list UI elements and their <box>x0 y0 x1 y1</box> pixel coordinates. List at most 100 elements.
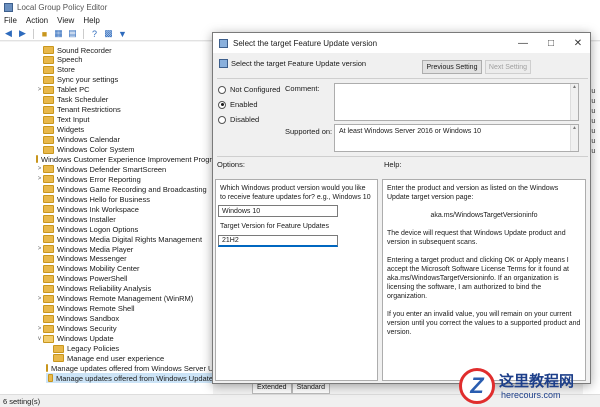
tab-extended[interactable]: Extended <box>252 384 292 394</box>
tree-item[interactable]: Windows Messenger <box>36 254 213 264</box>
tree-item[interactable]: Speech <box>36 55 213 65</box>
tree-item[interactable]: Windows PowerShell <box>36 274 213 284</box>
help-panel: Enter the product and version as listed … <box>382 179 586 381</box>
folder-icon <box>43 205 54 214</box>
dialog-header: Select the target Feature Update version <box>231 59 367 68</box>
minimize-icon[interactable]: — <box>510 33 536 53</box>
radio-not-configured[interactable]: Not Configured <box>218 85 280 94</box>
tree-item[interactable]: Windows Ink Workspace <box>36 204 213 214</box>
folder-icon <box>43 274 54 283</box>
tree-item-label: Manage updates offered from Windows Upda… <box>55 373 213 383</box>
expand-chevron-icon[interactable]: > <box>36 87 43 93</box>
tree-item-label: Windows Customer Experience Improvement … <box>41 154 213 164</box>
tree-item[interactable]: > Windows Remote Management (WinRM) <box>36 294 213 304</box>
radio-enabled[interactable]: Enabled <box>218 100 258 109</box>
folder-icon <box>48 374 53 383</box>
product-version-input[interactable]: Windows 10 <box>218 205 338 217</box>
folder-icon <box>43 125 54 134</box>
tree-item[interactable]: Manage updates offered from Windows Upda… <box>46 373 213 384</box>
tree-item[interactable]: Store <box>36 65 213 75</box>
tree-item-label: Sync your settings <box>57 75 119 85</box>
tree-item[interactable]: Windows Remote Shell <box>36 304 213 314</box>
tree-item[interactable]: > Windows Error Reporting <box>36 174 213 184</box>
tree-item[interactable]: v Windows Update <box>36 334 213 344</box>
maximize-icon[interactable]: □ <box>538 33 564 53</box>
tree-item[interactable]: Windows Logon Options <box>36 224 213 234</box>
tree-item[interactable]: Windows Mobility Center <box>36 264 213 274</box>
previous-setting-button[interactable]: Previous Setting <box>422 60 482 74</box>
folder-icon <box>43 254 54 263</box>
expand-chevron-icon[interactable]: > <box>36 246 43 252</box>
tree-item[interactable]: Windows Reliability Analysis <box>36 284 213 294</box>
comment-textarea[interactable]: ▲ <box>334 83 579 121</box>
close-icon[interactable]: ✕ <box>565 33 591 53</box>
next-setting-button[interactable]: Next Setting <box>485 60 531 74</box>
tree-item[interactable]: Legacy Policies <box>46 344 213 354</box>
tree-item[interactable]: Windows Media Digital Rights Management <box>36 234 213 244</box>
supported-scrollbar[interactable]: ▲ <box>570 125 578 151</box>
folder-icon <box>43 284 54 293</box>
tree-item[interactable]: Tenant Restrictions <box>36 105 213 115</box>
expand-chevron-icon[interactable]: > <box>36 326 43 332</box>
expand-chevron-icon[interactable]: > <box>36 176 43 182</box>
tree-item[interactable]: > Windows Media Player <box>36 244 213 254</box>
tree-item[interactable]: Text Input <box>36 115 213 125</box>
folder-icon <box>43 264 54 273</box>
tree-item-label: Windows PowerShell <box>57 274 128 284</box>
tree-item[interactable]: Sync your settings <box>36 75 213 85</box>
folder-icon <box>43 105 54 114</box>
expand-chevron-icon[interactable]: > <box>36 296 43 302</box>
help-paragraph: If you enter an invalid value, you will … <box>387 311 581 336</box>
comment-scrollbar[interactable]: ▲ <box>570 84 578 120</box>
export-list-icon[interactable]: ▤ <box>67 28 78 39</box>
tree-item[interactable]: Task Scheduler <box>36 95 213 105</box>
option-prompt: Which Windows product version would you … <box>220 185 371 201</box>
tree-item[interactable]: Windows Installer <box>36 214 213 224</box>
menu-bar: File Action View Help <box>0 14 600 27</box>
policy-dialog: Select the target Feature Update version… <box>212 32 591 384</box>
menu-file[interactable]: File <box>4 16 17 25</box>
tree-item-label: Windows Media Digital Rights Management <box>57 234 203 244</box>
tab-standard[interactable]: Standard <box>291 384 331 394</box>
tree-item-label: Windows Remote Shell <box>57 304 135 314</box>
tree-item[interactable]: Windows Calendar <box>36 135 213 145</box>
folder-icon <box>46 364 48 373</box>
folder-up-icon[interactable]: ■ <box>39 28 50 39</box>
target-version-input[interactable]: 21H2 <box>218 235 338 247</box>
tree-item-label: Legacy Policies <box>67 344 120 353</box>
show-hide-tree-icon[interactable]: ▦ <box>53 28 64 39</box>
tree-item[interactable]: Widgets <box>36 125 213 135</box>
back-arrow-icon[interactable]: ◀ <box>3 28 14 39</box>
comment-label: Comment: <box>285 84 320 93</box>
site-watermark: Z 这里教程网 herecours.com <box>455 366 600 407</box>
properties-icon[interactable]: ▩ <box>103 28 114 39</box>
folder-icon <box>43 215 54 224</box>
menu-action[interactable]: Action <box>26 16 48 25</box>
tree-item[interactable]: Windows Customer Experience Improvement … <box>36 154 213 164</box>
tree-item[interactable]: Windows Game Recording and Broadcasting <box>36 184 213 194</box>
policy-tree[interactable]: Sound Recorder Speech Store Sync your setti… <box>0 42 213 394</box>
tree-item[interactable]: Sound Recorder <box>36 45 213 55</box>
tree-item[interactable]: Windows Color System <box>36 145 213 155</box>
filter-icon[interactable]: ▼ <box>117 28 128 39</box>
tree-item-label: Windows Messenger <box>57 254 127 264</box>
expand-chevron-icon[interactable]: v <box>36 336 43 342</box>
tree-item[interactable]: Windows Hello for Business <box>36 194 213 204</box>
expand-chevron-icon[interactable]: > <box>36 166 43 172</box>
tree-item[interactable]: > Windows Security <box>36 324 213 334</box>
forward-arrow-icon[interactable]: ▶ <box>17 28 28 39</box>
tree-item[interactable]: > Tablet PC <box>36 85 213 95</box>
policy-setting-icon <box>219 38 228 48</box>
help-icon[interactable]: ? <box>89 28 100 39</box>
radio-disabled[interactable]: Disabled <box>218 115 259 124</box>
tree-item[interactable]: Manage end user experience <box>46 353 213 363</box>
tree-item[interactable]: Windows Sandbox <box>36 314 213 324</box>
policy-header-icon <box>219 59 228 68</box>
tree-item-label: Tablet PC <box>57 85 90 95</box>
menu-help[interactable]: Help <box>83 16 99 25</box>
tree-item[interactable]: Manage updates offered from Windows Serv… <box>46 363 213 373</box>
main-title-bar: Local Group Policy Editor <box>0 0 600 14</box>
tree-item[interactable]: > Windows Defender SmartScreen <box>36 164 213 174</box>
tree-item-label: Store <box>57 65 75 75</box>
menu-view[interactable]: View <box>57 16 74 25</box>
